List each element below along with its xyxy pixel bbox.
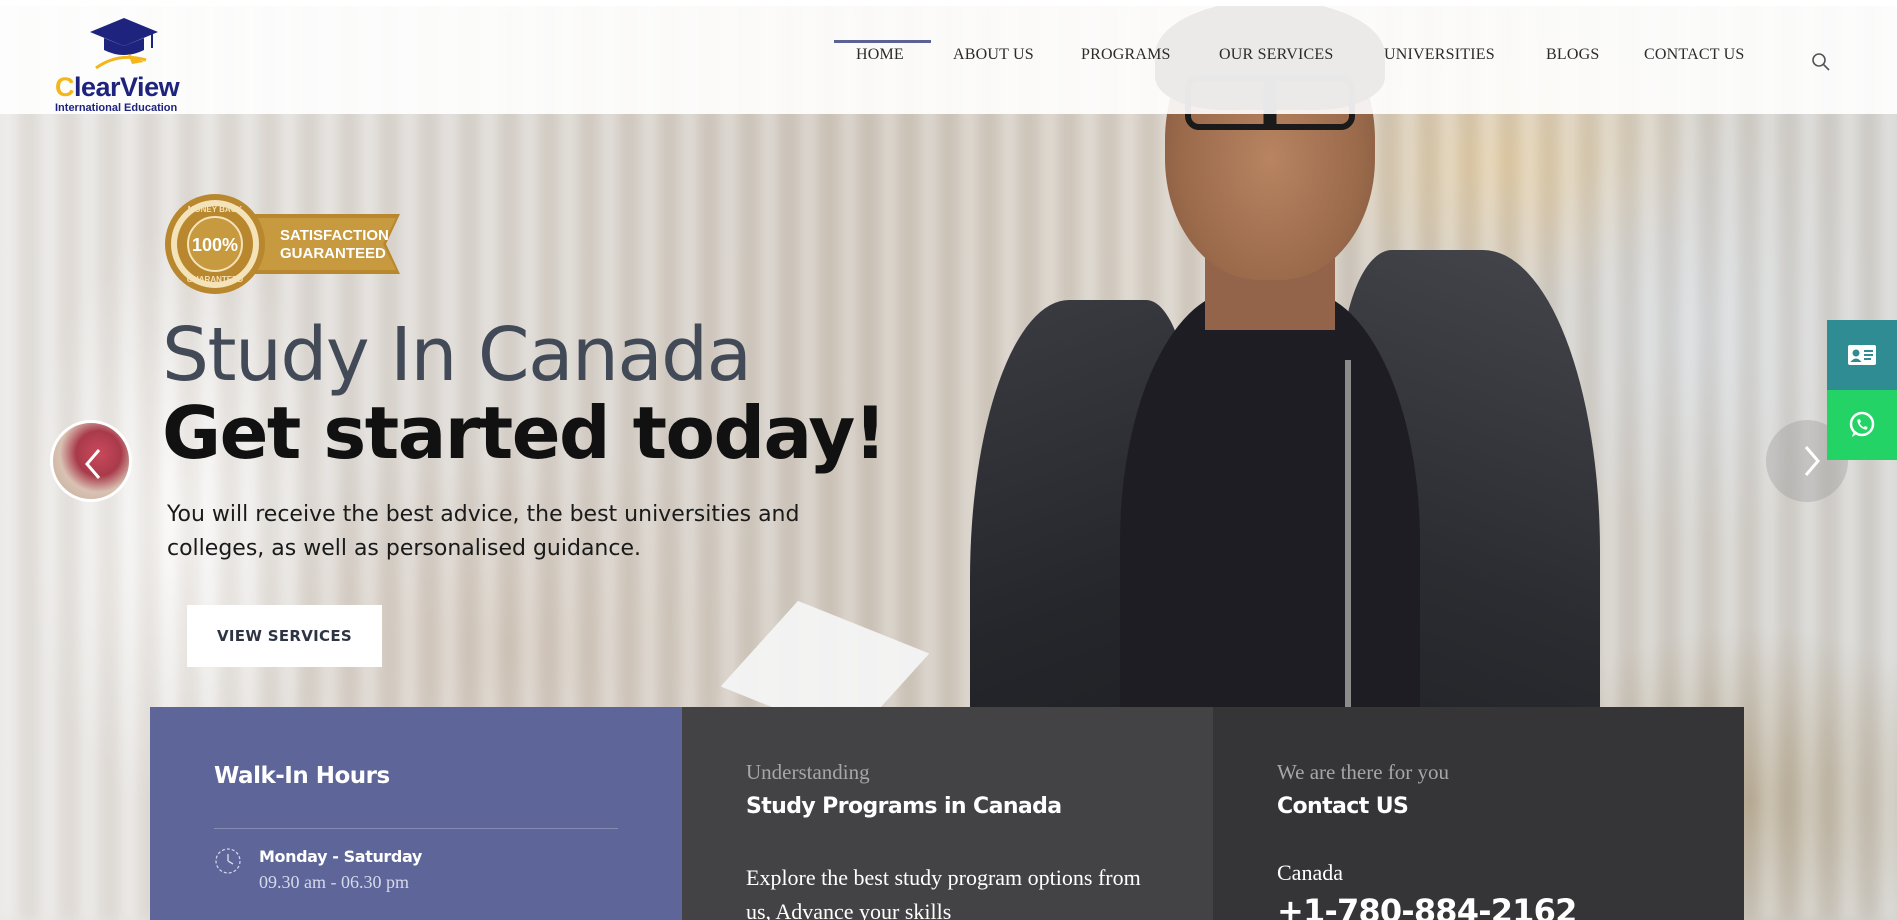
contact-country: Canada	[1277, 860, 1343, 885]
slider-prev-button[interactable]	[50, 420, 132, 502]
walk-in-hours-box: Walk-In Hours Monday - Saturday 09.30 am…	[150, 707, 682, 920]
hero-description: You will receive the best advice, the be…	[167, 502, 800, 561]
hero-title-line1: Study In Canada	[162, 312, 752, 398]
contact-phone[interactable]: +1-780-884-2162	[1277, 892, 1577, 920]
badge-ring-bottom: GUARANTEED	[187, 275, 244, 284]
site-header: ClearView International Education HOME A…	[0, 6, 1897, 114]
contact-heading[interactable]: Contact US	[1277, 794, 1409, 819]
study-programs-body: Explore the best study program options f…	[746, 865, 1141, 920]
study-programs-kicker: Understanding	[746, 760, 870, 784]
hero-title-line2: Get started today!	[162, 391, 887, 475]
walk-in-hours-title: Walk-In Hours	[214, 763, 390, 789]
view-services-button[interactable]: VIEW SERVICES	[187, 605, 382, 667]
contact-kicker: We are there for you	[1277, 760, 1450, 784]
whatsapp-icon	[1849, 411, 1875, 437]
chevron-right-icon	[1804, 446, 1820, 476]
contact-box: We are there for you Contact US Canada +…	[1213, 707, 1744, 920]
badge-ribbon-line1: SATISFACTION	[280, 227, 389, 244]
nav-item-contact-us[interactable]: CONTACT US	[1644, 46, 1744, 64]
nav-item-universities[interactable]: UNIVERSITIES	[1384, 46, 1495, 64]
clock-icon	[215, 848, 241, 874]
brand-name-initial: C	[55, 72, 75, 102]
brand-tagline: International Education	[55, 102, 178, 114]
walk-in-time: 09.30 am - 06.30 pm	[259, 872, 409, 892]
whatsapp-button[interactable]	[1827, 390, 1897, 460]
contact-card-icon	[1848, 345, 1876, 365]
walk-in-hours-divider	[214, 828, 618, 829]
study-programs-heading[interactable]: Study Programs in Canada	[746, 794, 1062, 819]
badge-center-text: 100%	[192, 235, 238, 255]
walk-in-days: Monday - Saturday	[259, 847, 422, 866]
nav-item-blogs[interactable]: BLOGS	[1546, 46, 1599, 64]
chevron-left-icon	[85, 449, 101, 479]
contact-card-button[interactable]	[1827, 320, 1897, 390]
nav-item-about-us[interactable]: ABOUT US	[953, 46, 1034, 64]
badge-ribbon-line2: GUARANTEED	[280, 245, 386, 262]
badge-ring-top: MONEY BACK	[188, 205, 243, 214]
nav-item-programs[interactable]: PROGRAMS	[1081, 46, 1171, 64]
satisfaction-guarantee-badge: MONEY BACK GUARANTEED 100% SATISFACTION …	[165, 194, 400, 294]
nav-item-our-services[interactable]: OUR SERVICES	[1219, 46, 1333, 64]
nav-active-indicator	[834, 40, 931, 43]
study-programs-box: Understanding Study Programs in Canada E…	[682, 707, 1213, 920]
main-nav: HOME ABOUT US PROGRAMS OUR SERVICES UNIV…	[0, 40, 1897, 76]
nav-item-home[interactable]: HOME	[856, 46, 904, 64]
brand-name: ClearView	[55, 72, 180, 103]
brand-name-rest: learView	[74, 72, 180, 102]
search-icon[interactable]	[1811, 52, 1831, 72]
